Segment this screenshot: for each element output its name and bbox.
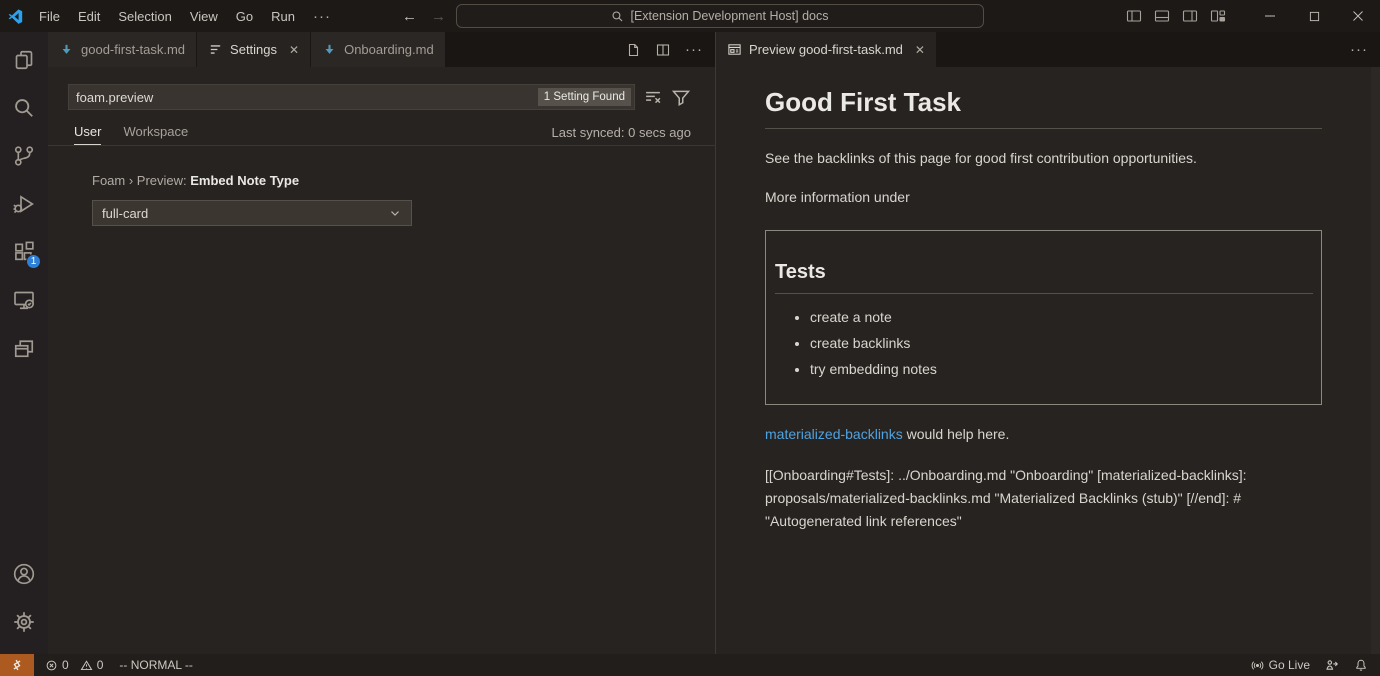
materialized-backlinks-link[interactable]: materialized-backlinks [765,426,903,442]
remote-explorer-icon[interactable] [0,276,48,324]
menu-run[interactable]: Run [262,0,304,32]
command-center-search[interactable]: [Extension Development Host] docs [456,4,984,28]
select-value: full-card [102,206,148,221]
scope-tab-user[interactable]: User [74,124,101,145]
setting-embed-note-type: Foam › Preview: Embed Note Type full-car… [48,146,715,226]
embedded-note-title: Tests [775,261,1313,284]
embed-note-type-select[interactable]: full-card [92,200,412,226]
more-actions-icon[interactable]: ··· [1350,41,1368,58]
search-sidebar-icon[interactable] [0,84,48,132]
maximize-button[interactable] [1292,0,1336,32]
scope-tab-workspace[interactable]: Workspace [123,124,188,145]
markdown-preview: Good First Task See the backlinks of thi… [716,67,1380,654]
error-count: 0 [62,658,69,672]
markdown-file-icon [322,42,337,57]
toggle-panel-icon[interactable] [1154,8,1170,24]
link-references-paragraph: [[Onboarding#Tests]: ../Onboarding.md "O… [765,464,1322,532]
preview-link-paragraph: materialized-backlinks would help here. [765,424,1322,444]
last-synced-label: Last synced: 0 secs ago [552,125,691,145]
toggle-secondary-sidebar-icon[interactable] [1182,8,1198,24]
minimize-button[interactable] [1248,0,1292,32]
tab-label: Settings [230,42,277,57]
go-live-button[interactable]: Go Live [1251,658,1310,672]
tab-bar-left: good-first-task.md Settings ✕ Onboarding… [48,32,715,67]
menu-more[interactable]: ··· [304,0,340,32]
source-control-icon[interactable] [0,132,48,180]
remote-indicator[interactable] [0,654,34,676]
toggle-sidebar-icon[interactable] [1126,8,1142,24]
menu-selection[interactable]: Selection [109,0,180,32]
editor-windows-icon[interactable] [0,324,48,372]
vscode-window: File Edit Selection View Go Run ··· ← → … [0,0,1380,676]
preview-scrollbar[interactable] [1371,67,1380,654]
more-actions-icon[interactable]: ··· [685,41,703,58]
preview-paragraph: More information under [765,187,1322,207]
feedback-icon[interactable] [1325,658,1339,672]
setting-category: Foam › Preview: [92,173,190,188]
close-tab-icon[interactable]: ✕ [915,43,925,57]
tab-settings[interactable]: Settings ✕ [197,32,311,67]
settings-editor: 1 Setting Found User Workspace Last sync… [48,67,715,654]
extensions-icon[interactable]: 1 [0,228,48,276]
tab-good-first-task[interactable]: good-first-task.md [48,32,197,67]
editor-group-left: good-first-task.md Settings ✕ Onboarding… [48,32,716,654]
search-icon [611,10,624,23]
broadcast-icon [1251,659,1264,672]
go-live-label: Go Live [1269,658,1310,672]
markdown-file-icon [59,42,74,57]
tab-label: Onboarding.md [344,42,434,57]
preview-title: Good First Task [765,88,1322,118]
menu-view[interactable]: View [181,0,227,32]
editor-group-right: Preview good-first-task.md ✕ ··· Good Fi… [716,32,1380,654]
customize-layout-icon[interactable] [1210,8,1226,24]
accounts-icon[interactable] [0,550,48,598]
open-changes-icon[interactable] [625,42,641,58]
close-window-button[interactable] [1336,0,1380,32]
extensions-badge: 1 [26,254,41,269]
status-bar: 0 0 -- NORMAL -- Go Live [0,654,1380,676]
preview-paragraph: See the backlinks of this page for good … [765,148,1322,168]
settings-editor-icon [208,42,223,57]
heading-rule [775,293,1313,294]
list-item: create backlinks [810,334,1313,353]
command-center-label: [Extension Development Host] docs [630,9,828,23]
vscode-logo-icon [0,8,30,25]
preview-icon [727,42,742,57]
close-tab-icon[interactable]: ✕ [289,43,299,57]
menu-file[interactable]: File [30,0,69,32]
tab-label: good-first-task.md [81,42,185,57]
filter-icon[interactable] [671,87,691,107]
error-icon [45,659,58,672]
clear-search-icon[interactable] [643,87,663,107]
menu-go[interactable]: Go [227,0,262,32]
vim-mode-indicator[interactable]: -- NORMAL -- [119,658,193,672]
embedded-note-list: create a note create backlinks try embed… [775,308,1313,379]
menu-edit[interactable]: Edit [69,0,109,32]
explorer-icon[interactable] [0,36,48,84]
activity-bar: 1 [0,32,48,654]
chevron-down-icon [388,206,402,220]
tab-bar-right: Preview good-first-task.md ✕ ··· [716,32,1380,67]
problems-indicator[interactable]: 0 0 [45,658,103,672]
warning-icon [80,659,93,672]
settings-gear-icon[interactable] [0,598,48,646]
title-bar: File Edit Selection View Go Run ··· ← → … [0,0,1380,32]
heading-rule [765,128,1322,129]
run-debug-icon[interactable] [0,180,48,228]
list-item: try embedding notes [810,360,1313,379]
settings-found-badge: 1 Setting Found [538,88,631,106]
setting-name: Embed Note Type [190,173,299,188]
list-item: create a note [810,308,1313,327]
tab-label: Preview good-first-task.md [749,42,903,57]
tab-preview-good-first-task[interactable]: Preview good-first-task.md ✕ [716,32,937,67]
nav-back-icon[interactable]: ← [402,8,417,25]
split-editor-icon[interactable] [655,42,671,58]
warning-count: 0 [97,658,104,672]
tab-onboarding[interactable]: Onboarding.md [311,32,446,67]
link-suffix-text: would help here. [903,426,1010,442]
nav-forward-icon[interactable]: → [431,8,446,25]
notifications-bell-icon[interactable] [1354,658,1368,672]
setting-title: Foam › Preview: Embed Note Type [92,173,715,188]
embedded-note-card: Tests create a note create backlinks try… [765,230,1322,405]
